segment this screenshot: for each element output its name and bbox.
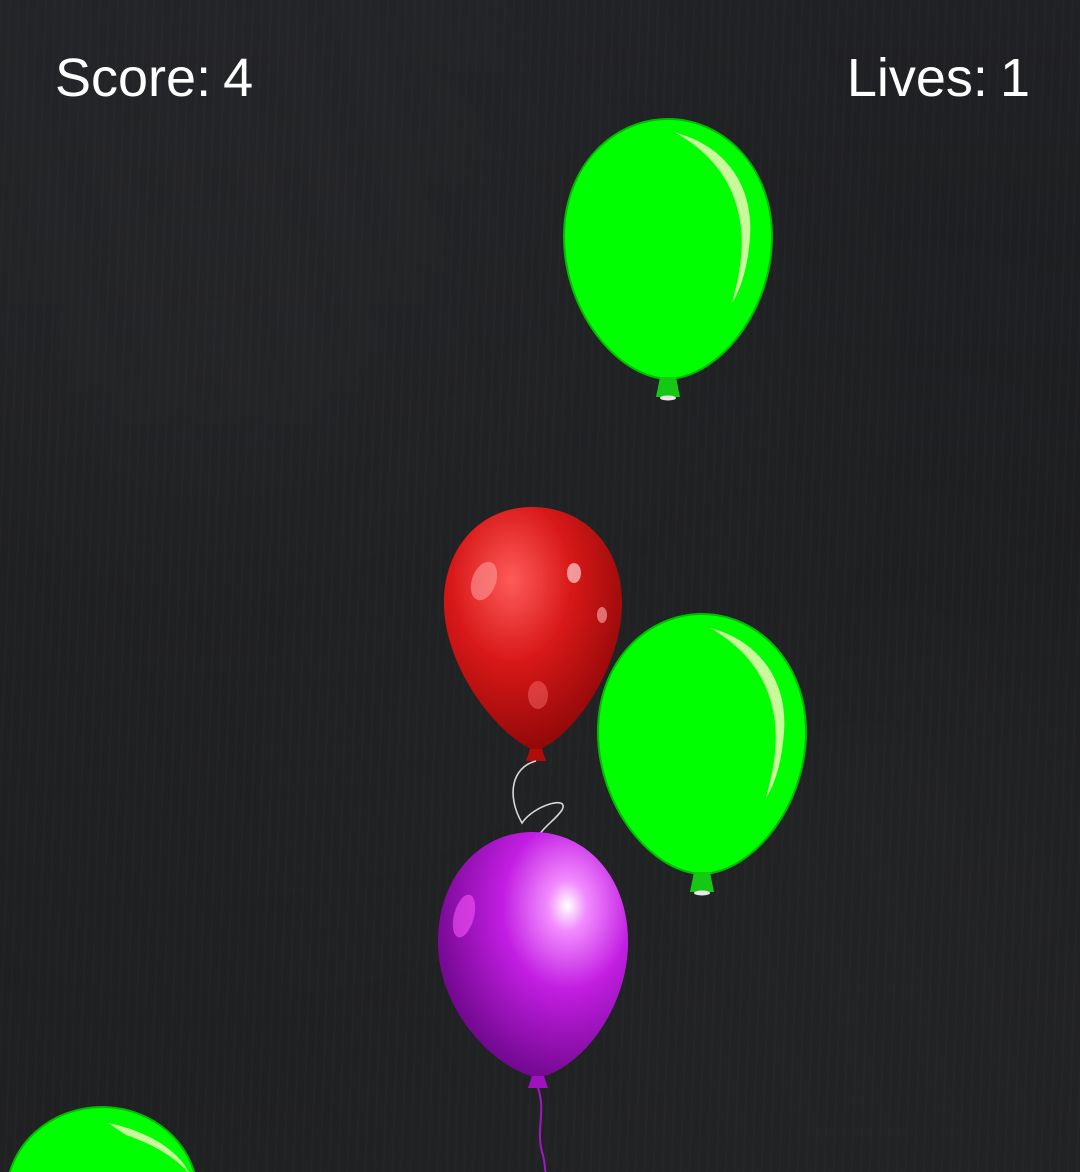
score-value: 4: [223, 48, 254, 108]
purple-balloon-icon: [437, 832, 629, 1172]
purple-balloon[interactable]: [436, 830, 630, 1172]
green-balloon[interactable]: [562, 115, 774, 405]
game-canvas[interactable]: Score: 4 Lives: 1: [0, 0, 1080, 1172]
score-label: Score:: [55, 48, 212, 108]
score-display: Score: 4: [55, 48, 253, 108]
green-balloon-icon: [562, 117, 774, 401]
lives-display: Lives: 1: [847, 48, 1030, 108]
lives-label: Lives:: [846, 48, 988, 108]
green-balloon-icon: [8, 1105, 196, 1172]
lives-value: 1: [999, 48, 1030, 108]
green-balloon[interactable]: [4, 1105, 200, 1172]
